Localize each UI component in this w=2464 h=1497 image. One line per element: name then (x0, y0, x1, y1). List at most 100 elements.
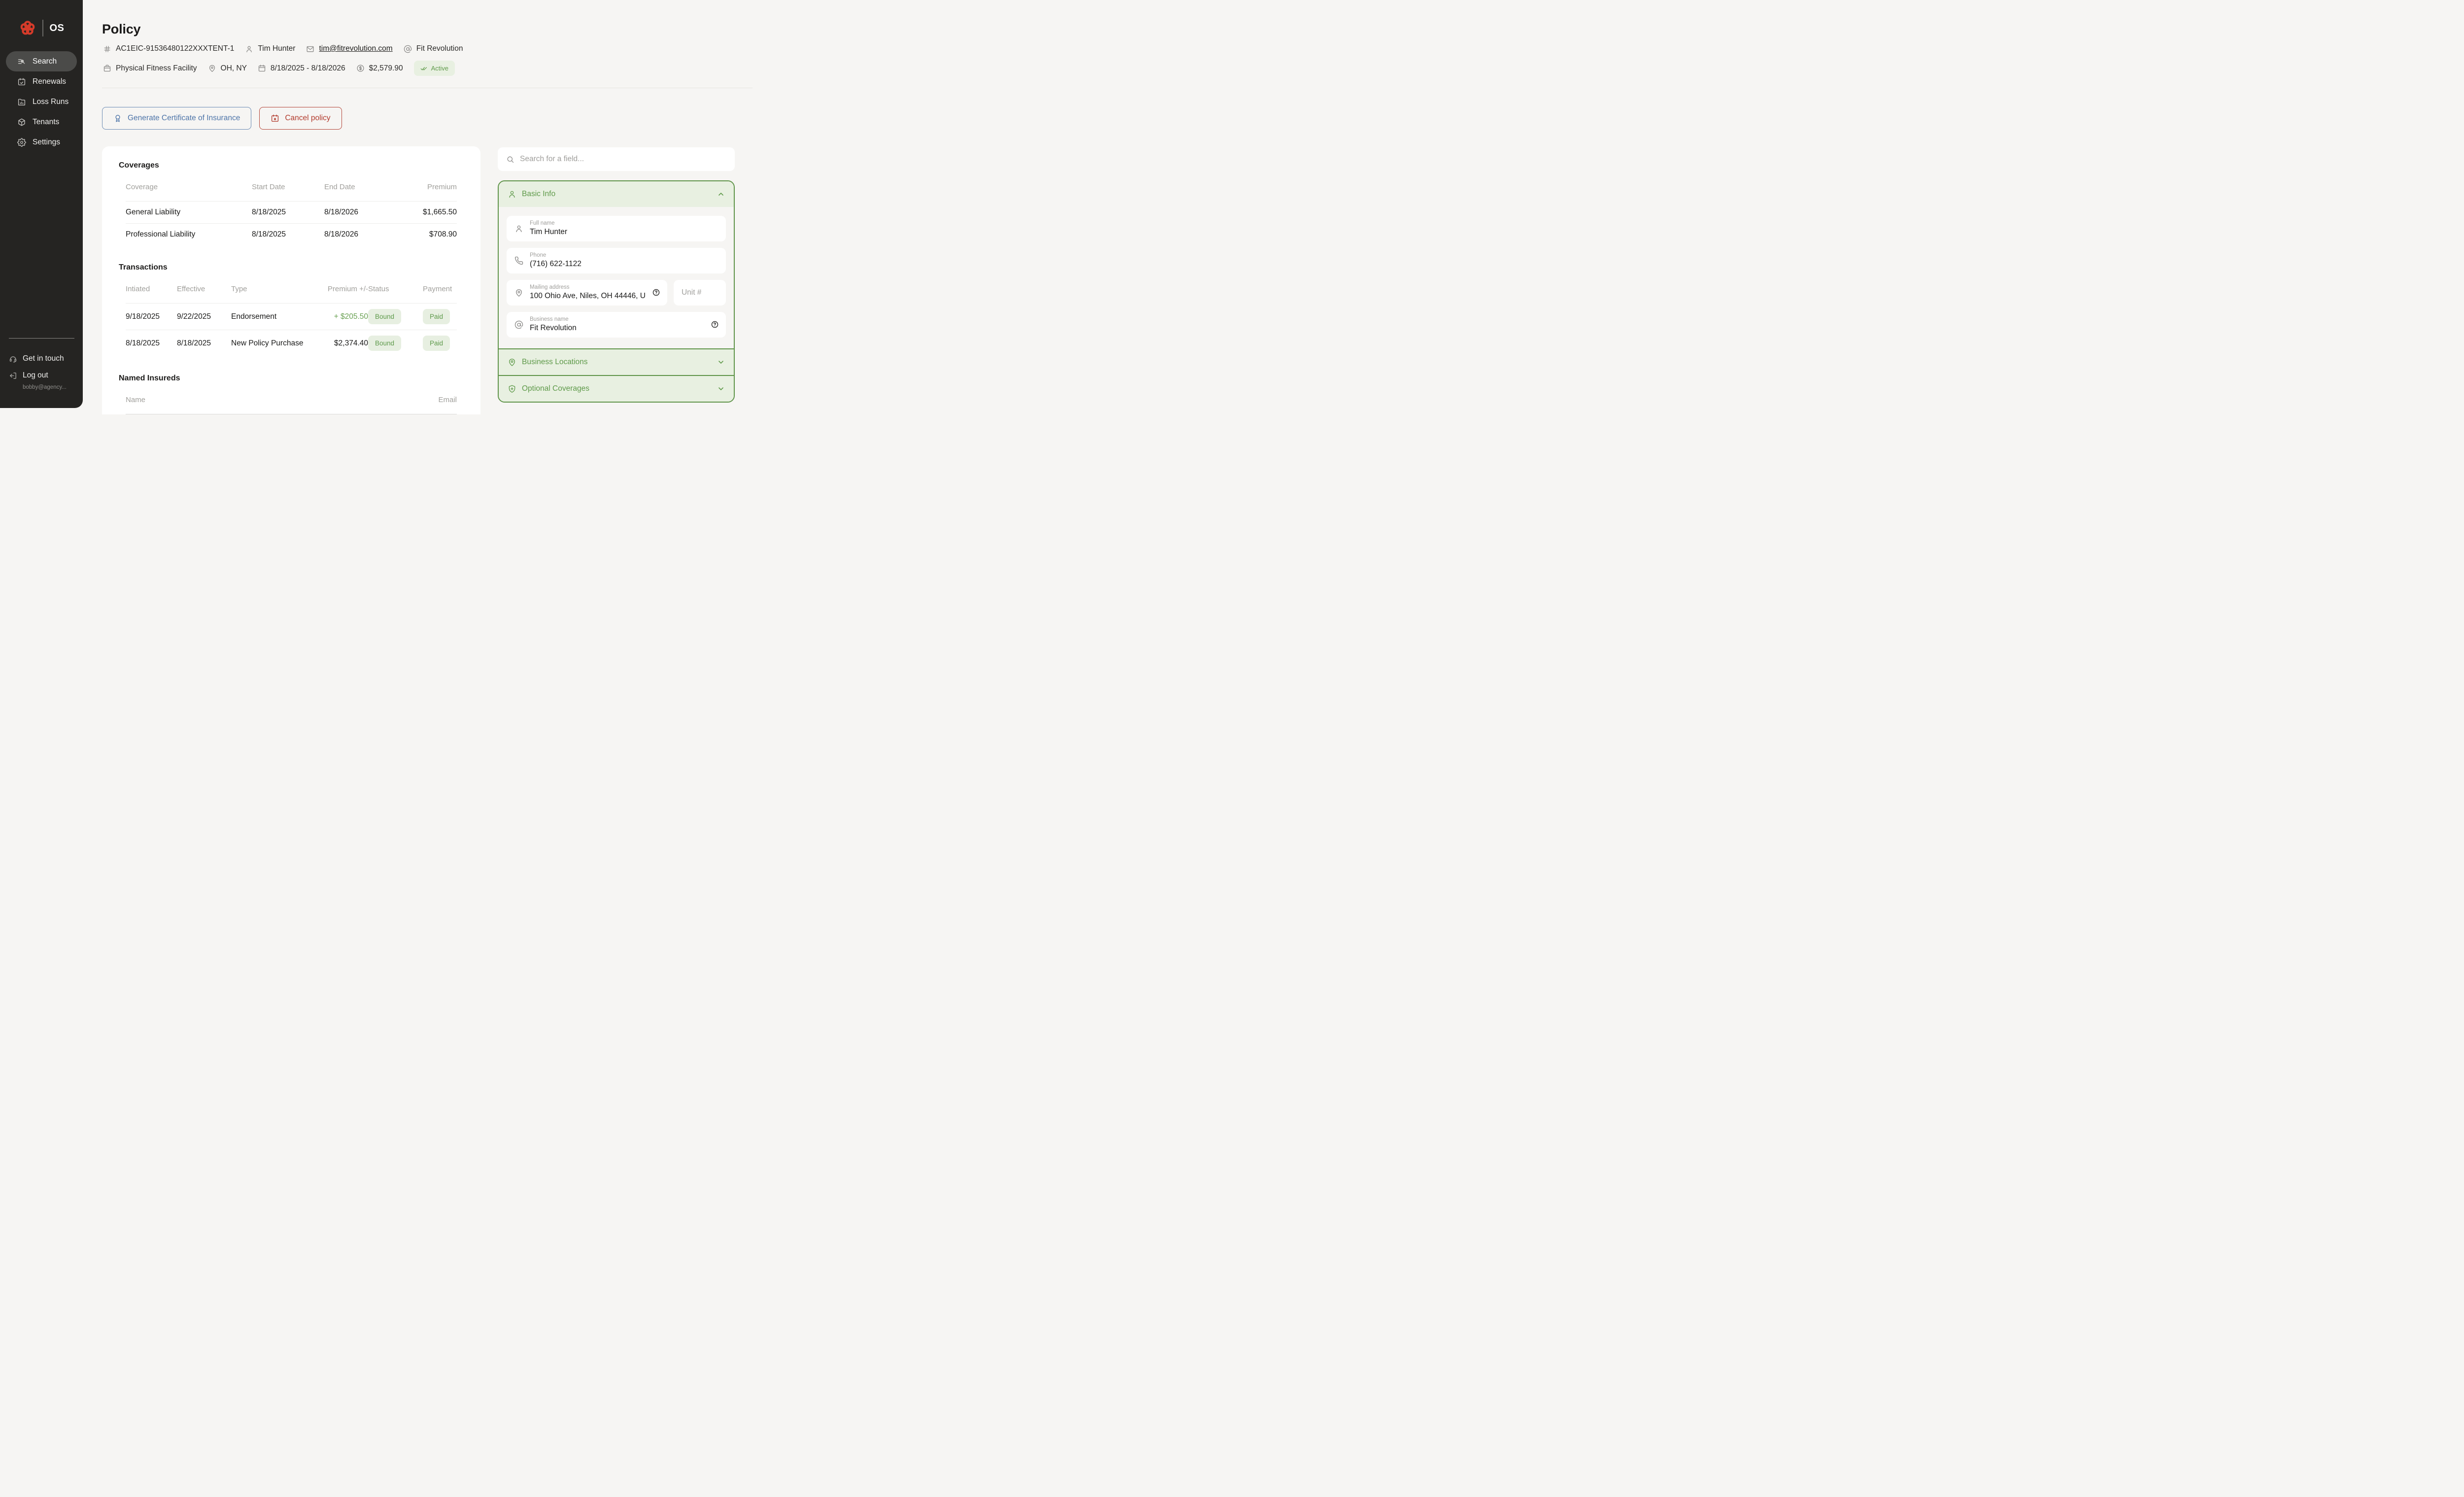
app-logo: OS (20, 20, 83, 36)
page-title: Policy (102, 22, 773, 37)
action-buttons: Generate Certificate of Insurance Cancel… (102, 107, 773, 130)
business-locations-title: Business Locations (522, 358, 588, 367)
map-pin-icon (208, 64, 216, 72)
insured-email-link[interactable]: tim@fitrevolution.com (319, 44, 392, 53)
sidebar: OS Search (0, 0, 83, 408)
calendar-check-icon (17, 77, 26, 86)
table-row: General Liability 8/18/2025 8/18/2026 $1… (126, 201, 457, 223)
field-label: Full name (530, 220, 719, 226)
policy-details-card: Coverages Coverage Start Date End Date P… (102, 146, 480, 414)
dollar-circle-icon (356, 64, 365, 72)
insured-email: tim@fitrevolution.com (306, 44, 392, 53)
log-out-icon (9, 372, 17, 380)
award-icon (113, 114, 122, 123)
field-label: Mailing address (530, 284, 646, 290)
headset-icon (9, 355, 17, 363)
brand-logo-icon (20, 20, 35, 36)
sidebar-item-label: Renewals (33, 77, 66, 86)
coverages-title: Coverages (119, 161, 464, 170)
sidebar-footer: Get in touch Log out bobby@agency... (9, 338, 74, 391)
search-list-icon (17, 57, 26, 66)
mailing-address-field[interactable]: Mailing address 100 Ohio Ave, Niles, OH … (507, 280, 667, 306)
at-sign-icon (404, 45, 412, 53)
table-row: Professional Liability 8/18/2025 8/18/20… (126, 223, 457, 245)
search-icon (506, 155, 514, 164)
log-out-link[interactable]: Log out (9, 367, 74, 384)
chevron-down-icon[interactable] (717, 385, 725, 393)
named-insureds-table: Name Email Tim Hunter Primary tim@fitrev… (126, 383, 457, 414)
field-search (498, 147, 735, 171)
sidebar-item-renewals[interactable]: Renewals (6, 71, 77, 92)
field-panel: Basic Info (498, 146, 735, 403)
chevron-down-icon[interactable] (717, 358, 725, 366)
payment-badge: Paid (423, 336, 450, 351)
cube-icon (17, 118, 26, 127)
named-insureds-header-row: Name Email (126, 383, 457, 414)
sidebar-item-loss-runs[interactable]: Loss Runs (6, 92, 77, 112)
sidebar-item-tenants[interactable]: Tenants (6, 112, 77, 132)
status-badge: Bound (368, 309, 401, 324)
table-row: 8/18/2025 8/18/2025 New Policy Purchase … (126, 330, 457, 356)
at-sign-icon (514, 320, 523, 329)
logo-text: OS (50, 23, 65, 34)
basic-info-body: Full name Tim Hunter Phone (499, 207, 734, 348)
field-search-input[interactable] (520, 155, 726, 164)
address-row: Mailing address 100 Ohio Ave, Niles, OH … (507, 280, 726, 306)
get-in-touch-link[interactable]: Get in touch (9, 350, 74, 367)
sidebar-item-settings[interactable]: Settings (6, 132, 77, 152)
help-icon[interactable] (652, 288, 660, 297)
coverages-header-row: Coverage Start Date End Date Premium (126, 170, 457, 201)
basic-info-title: Basic Info (522, 190, 555, 199)
states: OH, NY (208, 64, 247, 73)
unit-number-field[interactable] (674, 280, 726, 306)
coverages-table: Coverage Start Date End Date Premium Gen… (126, 170, 457, 245)
field-value: Tim Hunter (530, 228, 719, 237)
person-icon (508, 190, 516, 199)
insured-name: Tim Hunter (245, 44, 295, 53)
calendar-icon (258, 64, 266, 72)
chevron-up-icon[interactable] (717, 190, 725, 198)
map-pin-icon (508, 358, 516, 367)
sidebar-item-label: Tenants (33, 118, 59, 127)
status-badge: Active (414, 61, 455, 76)
double-check-icon (420, 65, 428, 72)
map-pin-icon (514, 288, 523, 297)
unit-number-input[interactable] (682, 288, 719, 297)
field-value: (716) 622-1122 (530, 260, 719, 269)
generate-certificate-button[interactable]: Generate Certificate of Insurance (102, 107, 251, 130)
folder-chart-icon (17, 98, 26, 106)
sidebar-item-search[interactable]: Search (6, 51, 77, 71)
business-type: Physical Fitness Facility (103, 64, 197, 73)
transactions-header-row: Intiated Effective Type Premium +/- Stat… (126, 272, 457, 303)
basic-info-header[interactable]: Basic Info (499, 181, 734, 207)
logo-divider (42, 20, 43, 36)
field-value: 100 Ohio Ave, Niles, OH 44446, U (530, 292, 646, 301)
transactions-table: Intiated Effective Type Premium +/- Stat… (126, 272, 457, 356)
help-icon[interactable] (711, 320, 719, 329)
gear-icon (17, 138, 26, 147)
sidebar-item-label: Search (33, 57, 57, 66)
mail-icon (306, 45, 314, 53)
phone-field[interactable]: Phone (716) 622-1122 (507, 248, 726, 273)
get-in-touch-label: Get in touch (23, 354, 64, 363)
phone-icon (514, 256, 523, 265)
transactions-title: Transactions (119, 263, 464, 272)
full-name-field[interactable]: Full name Tim Hunter (507, 216, 726, 241)
person-icon (245, 45, 253, 53)
person-icon (514, 224, 523, 233)
policy-term: 8/18/2025 - 8/18/2026 (258, 64, 345, 73)
main-content: Policy AC1EIC-91536480122XXXTENT-1 Tim (83, 0, 773, 414)
briefcase-icon (103, 64, 111, 72)
business-locations-header[interactable]: Business Locations (499, 348, 734, 375)
policy-number: AC1EIC-91536480122XXXTENT-1 (103, 44, 234, 53)
optional-coverages-header[interactable]: Optional Coverages (499, 375, 734, 402)
business-name-field[interactable]: Business name Fit Revolution (507, 312, 726, 338)
sidebar-footer-divider (9, 338, 74, 339)
cancel-policy-button[interactable]: Cancel policy (259, 107, 342, 130)
log-out-label: Log out (23, 371, 48, 380)
user-email: bobby@agency... (9, 384, 74, 390)
sidebar-item-label: Settings (33, 138, 60, 147)
named-insureds-title: Named Insureds (119, 374, 464, 383)
business-name-meta: Fit Revolution (404, 44, 463, 53)
policy-meta-row-2: Physical Fitness Facility OH, NY 8/18 (103, 61, 773, 76)
